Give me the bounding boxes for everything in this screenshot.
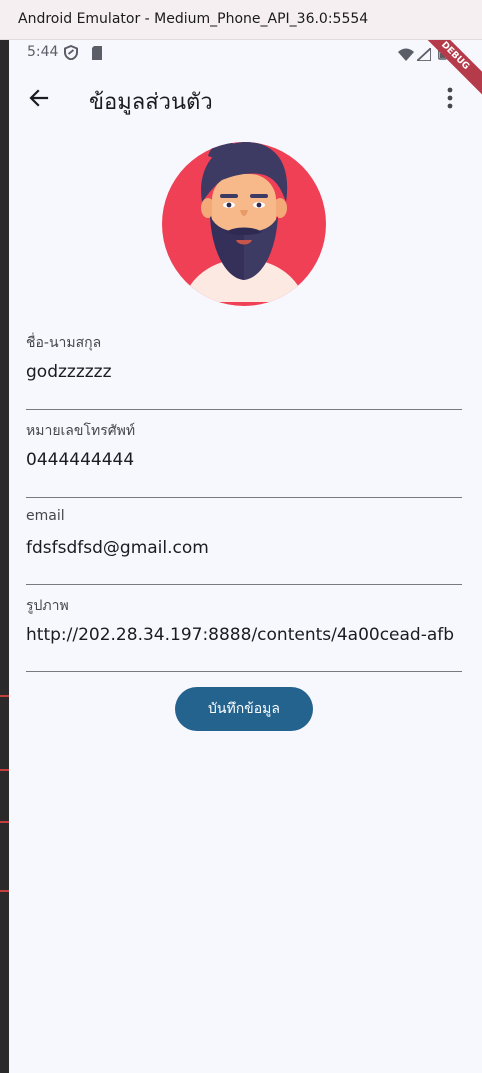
status-time: 5:44	[27, 44, 59, 60]
phone-label: หมายเลขโทรศัพท์	[26, 423, 136, 439]
more-vert-icon[interactable]	[446, 87, 454, 113]
fullname-field[interactable]: ชื่อ-นามสกุล godzzzzzz	[26, 332, 462, 410]
wifi-icon	[398, 46, 414, 65]
background-window-strip	[0, 40, 9, 1073]
email-field[interactable]: email fdsfsdfsd@gmail.com	[26, 508, 462, 585]
phone-screen: 5:44 DEBUG ข้อมูลส่วนตัว ชื่อ-นามสกุล go…	[9, 40, 482, 1073]
status-bar: 5:44 DEBUG	[9, 40, 482, 101]
shield-icon	[64, 44, 78, 64]
back-arrow-icon[interactable]	[27, 86, 51, 114]
email-input[interactable]: fdsfsdfsd@gmail.com	[26, 538, 462, 558]
signal-icon	[414, 45, 432, 65]
strip-mark	[0, 695, 9, 697]
phone-field[interactable]: หมายเลขโทรศัพท์ 0444444444	[26, 420, 462, 498]
image-url-label: รูปภาพ	[26, 598, 69, 614]
window-title: Android Emulator - Medium_Phone_API_36.0…	[18, 11, 369, 27]
email-label: email	[26, 508, 65, 524]
emulator-title-bar: Android Emulator - Medium_Phone_API_36.0…	[0, 0, 482, 40]
strip-mark	[0, 769, 9, 771]
sd-card-icon	[91, 45, 103, 64]
phone-input[interactable]: 0444444444	[26, 450, 462, 470]
page-title: ข้อมูลส่วนตัว	[89, 90, 213, 115]
strip-mark	[0, 821, 9, 823]
avatar	[162, 142, 326, 306]
strip-mark	[0, 890, 9, 892]
image-url-input[interactable]: http://202.28.34.197:8888/contents/4a00c…	[26, 625, 462, 645]
save-button[interactable]: บันทึกข้อมูล	[175, 687, 313, 731]
fullname-input[interactable]: godzzzzzz	[26, 362, 462, 382]
image-url-field[interactable]: รูปภาพ http://202.28.34.197:8888/content…	[26, 595, 462, 672]
app-bar: ข้อมูลส่วนตัว	[9, 66, 482, 130]
fullname-label: ชื่อ-นามสกุล	[26, 335, 102, 351]
